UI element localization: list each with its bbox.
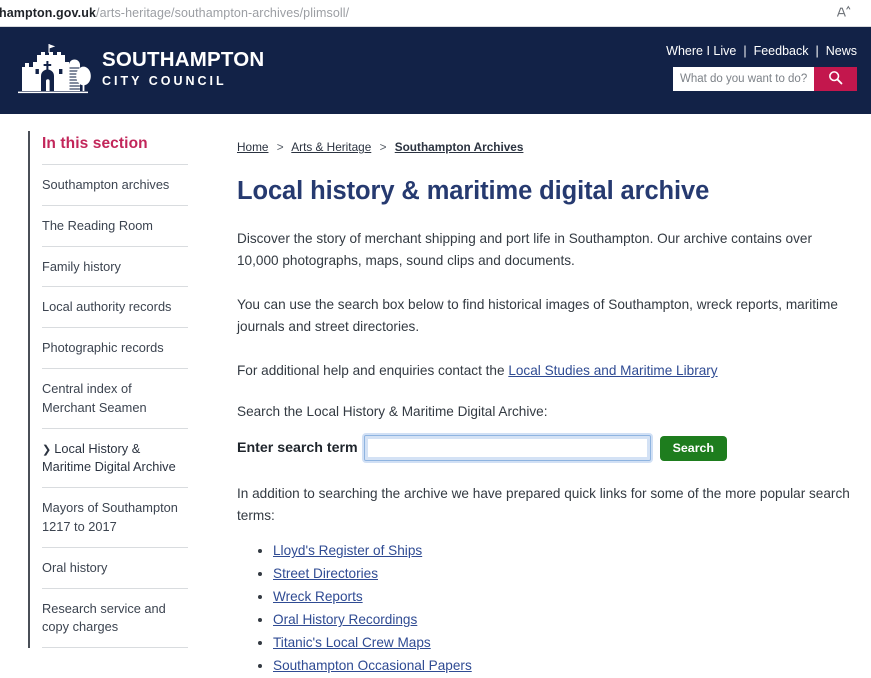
list-item: Wreck Reports (273, 586, 857, 608)
sidebar-item-photographic-records[interactable]: Photographic records (42, 327, 188, 368)
sidebar-item-research-service-and-copy-charges[interactable]: Research service and copy charges (42, 587, 188, 648)
sidebar-bottom-divider (42, 647, 188, 649)
logo-wordmark: SOUTHAMPTON CITY COUNCIL (102, 48, 265, 90)
list-item: Titanic's Local Crew Maps (273, 632, 857, 654)
sidebar-item-label: Local History & Maritime Digital Archive (42, 440, 176, 475)
nav-separator-1: | (743, 44, 747, 58)
in-this-section-sidebar: In this section Southampton archives The… (28, 131, 188, 649)
quick-link-lloyds-register-of-ships[interactable]: Lloyd's Register of Ships (273, 543, 422, 558)
bargate-castle-logo-icon (14, 41, 92, 99)
url-host: hampton.gov.uk (0, 6, 96, 20)
nav-where-i-live[interactable]: Where I Live (666, 44, 736, 58)
main-content: Home > Arts & Heritage > Southampton Arc… (237, 114, 857, 678)
list-item: Oral History Recordings (273, 609, 857, 631)
breadcrumb-southampton-archives[interactable]: Southampton Archives (395, 140, 524, 154)
list-item: Southampton Occasional Papers (273, 655, 857, 677)
nav-news[interactable]: News (826, 44, 857, 58)
header-search-button[interactable] (814, 67, 857, 91)
sidebar-item-central-index-of-merchant-seamen[interactable]: Central index of Merchant Seamen (42, 367, 188, 428)
breadcrumb-separator-2: > (379, 140, 387, 154)
quick-link-street-directories[interactable]: Street Directories (273, 566, 378, 581)
chevron-right-icon: ❯ (42, 443, 52, 456)
logo-subtitle: CITY COUNCIL (102, 73, 227, 88)
sidebar-item-mayors-of-southampton[interactable]: Mayors of Southampton 1217 to 2017 (42, 487, 188, 547)
enter-search-term-label: Enter search term (237, 440, 358, 457)
header-search-form (673, 67, 857, 91)
logo-title: SOUTHAMPTON (102, 48, 265, 71)
quick-link-wreck-reports[interactable]: Wreck Reports (273, 589, 363, 604)
quick-links-list: Lloyd's Register of Ships Street Directo… (237, 540, 857, 677)
list-item: Street Directories (273, 563, 857, 585)
quick-link-titanics-local-crew-maps[interactable]: Titanic's Local Crew Maps (273, 635, 431, 650)
archive-search-button[interactable]: Search (659, 435, 727, 461)
browser-url-bar[interactable]: hampton.gov.uk/arts-heritage/southampton… (0, 0, 871, 27)
sidebar-item-family-history[interactable]: Family history (42, 245, 188, 287)
contact-text: For additional help and enquiries contac… (237, 363, 509, 379)
nav-feedback[interactable]: Feedback (754, 44, 809, 58)
breadcrumb-separator-1: > (276, 140, 284, 154)
header-search-input[interactable] (673, 67, 814, 91)
intro-paragraph-3: For additional help and enquiries contac… (237, 360, 855, 382)
site-header: SOUTHAMPTON CITY COUNCIL Where I Live | … (0, 27, 871, 114)
sidebar-item-local-history-maritime-digital-archive[interactable]: ❯ Local History & Maritime Digital Archiv… (42, 427, 188, 488)
header-top-nav: Where I Live | Feedback | News (666, 44, 857, 58)
sidebar-item-local-authority-records[interactable]: Local authority records (42, 286, 188, 327)
quick-link-oral-history-recordings[interactable]: Oral History Recordings (273, 612, 417, 627)
intro-paragraph-2: You can use the search box below to find… (237, 297, 838, 335)
nav-separator-2: | (815, 44, 819, 58)
quick-links-intro: In addition to searching the archive we … (237, 486, 850, 524)
local-studies-maritime-library-link[interactable]: Local Studies and Maritime Library (508, 363, 717, 378)
search-intro-text: Search the Local History & Maritime Digi… (237, 404, 548, 420)
url-text: hampton.gov.uk/arts-heritage/southampton… (0, 6, 349, 20)
breadcrumb-arts-heritage[interactable]: Arts & Heritage (291, 140, 371, 154)
list-item: Lloyd's Register of Ships (273, 540, 857, 562)
archive-search-form: Enter search term Search (237, 435, 857, 462)
sidebar-item-the-reading-room[interactable]: The Reading Room (42, 204, 188, 246)
url-path: /arts-heritage/southampton-archives/plim… (96, 6, 350, 20)
read-aloud-icon[interactable] (835, 5, 853, 23)
sidebar-heading: In this section (42, 135, 148, 152)
sidebar-item-southampton-archives[interactable]: Southampton archives (42, 164, 188, 205)
site-logo[interactable]: SOUTHAMPTON CITY COUNCIL (14, 41, 264, 99)
intro-paragraph-1: Discover the story of merchant shipping … (237, 231, 813, 269)
search-icon (828, 70, 843, 88)
breadcrumb-home[interactable]: Home (237, 140, 268, 154)
archive-search-input[interactable] (363, 435, 651, 462)
sidebar-item-oral-history[interactable]: Oral history (42, 546, 188, 588)
page-body: In this section Southampton archives The… (0, 114, 871, 673)
page-title: Local history & maritime digital archive (237, 177, 710, 205)
breadcrumb: Home > Arts & Heritage > Southampton Arc… (237, 114, 857, 154)
